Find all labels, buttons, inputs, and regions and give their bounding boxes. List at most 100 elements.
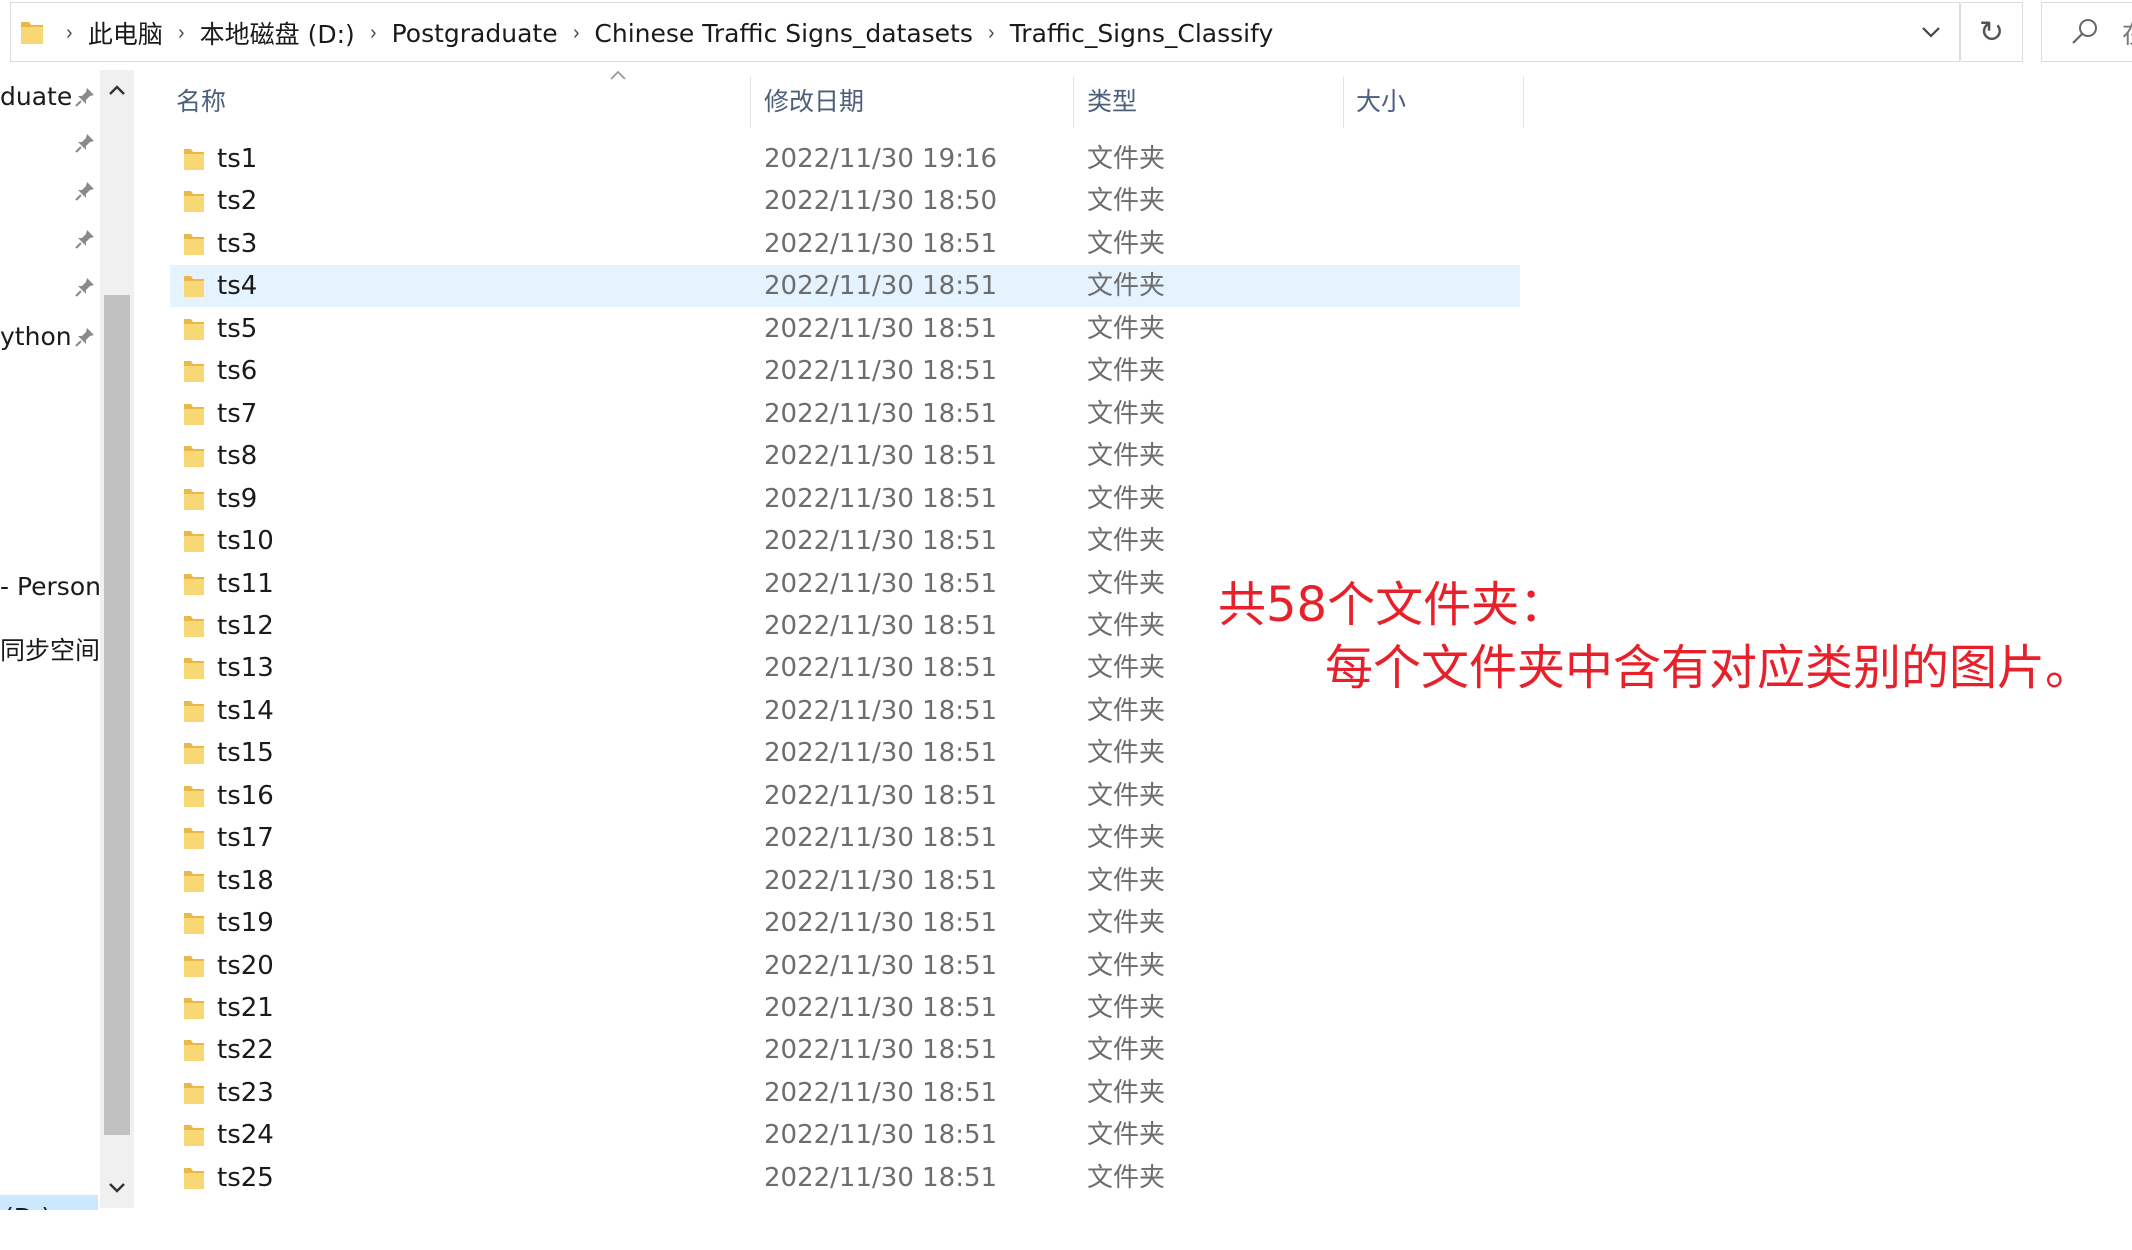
file-name[interactable]: ts13 [217, 647, 274, 689]
refresh-button[interactable]: ↻ [1961, 2, 2023, 62]
file-name[interactable]: ts17 [217, 817, 274, 859]
breadcrumb-drive-d[interactable]: 本地磁盘 (D:) [200, 15, 355, 51]
breadcrumb-this-pc[interactable]: 此电脑 [88, 15, 163, 51]
file-modified-date: 2022/11/30 18:51 [764, 568, 998, 599]
table-row[interactable]: ts8 2022/11/30 18:51 文件夹 [170, 435, 1520, 477]
file-name[interactable]: ts11 [217, 563, 274, 605]
table-row[interactable]: ts14 2022/11/30 18:51 文件夹 [170, 690, 1520, 732]
scroll-down-button[interactable] [100, 1168, 134, 1208]
file-name[interactable]: ts18 [217, 860, 274, 902]
file-modified-date: 2022/11/30 18:51 [764, 695, 998, 726]
file-name[interactable]: ts20 [217, 945, 274, 987]
file-name[interactable]: ts22 [217, 1029, 274, 1071]
table-row[interactable]: ts4 2022/11/30 18:51 文件夹 [170, 265, 1520, 308]
nav-item-python[interactable]: ython [0, 314, 72, 360]
pin-icon[interactable] [74, 326, 96, 348]
file-name[interactable]: ts4 [217, 265, 257, 307]
file-modified-date: 2022/11/30 18:51 [764, 313, 998, 344]
column-divider[interactable] [1073, 76, 1074, 128]
pin-icon[interactable] [74, 86, 96, 108]
chevron-right-icon[interactable]: › [370, 21, 377, 46]
table-row[interactable]: ts5 2022/11/30 18:51 文件夹 [170, 308, 1520, 350]
table-row[interactable]: ts15 2022/11/30 18:51 文件夹 [170, 732, 1520, 774]
table-row[interactable]: ts17 2022/11/30 18:51 文件夹 [170, 817, 1520, 859]
file-name[interactable]: ts14 [217, 690, 274, 732]
chevron-right-icon[interactable]: › [988, 21, 995, 46]
table-row[interactable]: ts22 2022/11/30 18:51 文件夹 [170, 1029, 1520, 1071]
table-row[interactable]: ts20 2022/11/30 18:51 文件夹 [170, 945, 1520, 987]
scrollbar-thumb[interactable] [104, 295, 130, 1135]
file-name[interactable]: ts1 [217, 138, 257, 180]
breadcrumb-classify[interactable]: Traffic_Signs_Classify [1010, 19, 1274, 48]
column-header-date[interactable]: 修改日期 [764, 72, 864, 132]
chevron-right-icon[interactable]: › [178, 21, 185, 46]
chevron-right-icon[interactable]: › [572, 21, 579, 46]
folder-icon [21, 22, 43, 44]
file-modified-date: 2022/11/30 18:51 [764, 653, 998, 684]
table-row[interactable]: ts7 2022/11/30 18:51 文件夹 [170, 393, 1520, 435]
table-row[interactable]: ts21 2022/11/30 18:51 文件夹 [170, 987, 1520, 1029]
table-row[interactable]: ts13 2022/11/30 18:51 文件夹 [170, 647, 1520, 689]
table-row[interactable]: ts6 2022/11/30 18:51 文件夹 [170, 350, 1520, 392]
file-type: 文件夹 [1087, 653, 1166, 684]
file-name[interactable]: ts12 [217, 605, 274, 647]
breadcrumb-postgraduate[interactable]: Postgraduate [392, 19, 558, 48]
file-modified-date: 2022/11/30 18:51 [764, 738, 998, 769]
file-name[interactable]: ts2 [217, 180, 257, 222]
table-row[interactable]: ts9 2022/11/30 18:51 文件夹 [170, 478, 1520, 520]
folder-icon [184, 446, 204, 468]
nav-item-drive-d[interactable]: (D:) [0, 1195, 98, 1210]
table-row[interactable]: ts16 2022/11/30 18:51 文件夹 [170, 775, 1520, 817]
column-divider[interactable] [750, 76, 751, 128]
column-header-name[interactable]: 名称 [176, 72, 226, 132]
file-modified-date: 2022/11/30 18:51 [764, 908, 998, 939]
file-name[interactable]: ts9 [217, 478, 257, 520]
file-type: 文件夹 [1087, 865, 1166, 896]
pin-icon[interactable] [74, 228, 96, 250]
table-row[interactable]: ts19 2022/11/30 18:51 文件夹 [170, 902, 1520, 944]
file-name[interactable]: ts7 [217, 393, 257, 435]
pin-icon[interactable] [74, 276, 96, 298]
nav-item-onedrive[interactable]: - Persona [0, 564, 100, 610]
address-history-dropdown[interactable] [1901, 3, 1961, 61]
file-name[interactable]: ts5 [217, 308, 257, 350]
table-row[interactable]: ts2 2022/11/30 18:50 文件夹 [170, 180, 1520, 222]
table-row[interactable]: ts23 2022/11/30 18:51 文件夹 [170, 1072, 1520, 1114]
pin-icon[interactable] [74, 180, 96, 202]
file-name[interactable]: ts19 [217, 902, 274, 944]
file-name[interactable]: ts6 [217, 350, 257, 392]
column-header-size[interactable]: 大小 [1356, 72, 1406, 132]
chevron-right-icon[interactable]: › [66, 21, 73, 46]
file-name[interactable]: ts24 [217, 1114, 274, 1156]
table-row[interactable]: ts25 2022/11/30 18:51 文件夹 [170, 1157, 1520, 1199]
nav-scrollbar[interactable] [100, 70, 134, 1208]
nav-item-label: (D:) [4, 1195, 51, 1210]
file-name[interactable]: ts10 [217, 520, 274, 562]
search-input[interactable]: 在 [2041, 2, 2132, 62]
table-row[interactable]: ts1 2022/11/30 19:16 文件夹 [170, 138, 1520, 180]
table-row[interactable]: ts24 2022/11/30 18:51 文件夹 [170, 1114, 1520, 1156]
file-type: 文件夹 [1087, 526, 1166, 557]
table-row[interactable]: ts10 2022/11/30 18:51 文件夹 [170, 520, 1520, 562]
nav-item-postgraduate[interactable]: duate [0, 74, 72, 120]
column-header-type[interactable]: 类型 [1087, 72, 1137, 132]
table-row[interactable]: ts3 2022/11/30 18:51 文件夹 [170, 223, 1520, 265]
folder-icon [184, 403, 204, 425]
file-name[interactable]: ts23 [217, 1072, 274, 1114]
file-name[interactable]: ts21 [217, 987, 274, 1029]
nav-item-sync-space[interactable]: 同步空间 [0, 628, 100, 674]
file-modified-date: 2022/11/30 18:51 [764, 398, 998, 429]
address-bar[interactable]: › 此电脑 › 本地磁盘 (D:) › Postgraduate › Chine… [10, 2, 1961, 62]
file-name[interactable]: ts25 [217, 1157, 274, 1199]
pin-icon[interactable] [74, 132, 96, 154]
breadcrumb-datasets[interactable]: Chinese Traffic Signs_datasets [594, 19, 972, 48]
folder-icon [184, 1082, 204, 1104]
file-name[interactable]: ts15 [217, 732, 274, 774]
column-divider[interactable] [1343, 76, 1344, 128]
column-divider[interactable] [1523, 76, 1524, 128]
file-name[interactable]: ts16 [217, 775, 274, 817]
file-name[interactable]: ts3 [217, 223, 257, 265]
file-name[interactable]: ts8 [217, 435, 257, 477]
scroll-up-button[interactable] [100, 70, 134, 110]
table-row[interactable]: ts18 2022/11/30 18:51 文件夹 [170, 860, 1520, 902]
